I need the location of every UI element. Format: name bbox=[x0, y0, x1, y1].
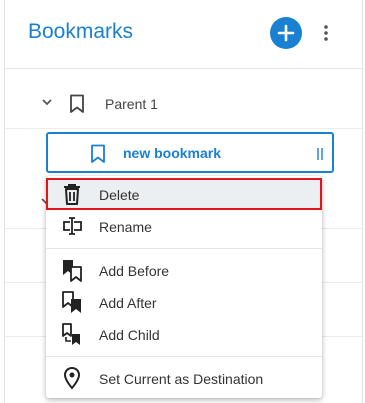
menu-item-rename[interactable]: Rename bbox=[46, 210, 322, 242]
context-menu: Delete Rename Add Before Add After Add C… bbox=[46, 176, 322, 398]
add-before-icon bbox=[63, 260, 82, 282]
menu-item-set-destination[interactable]: Set Current as Destination bbox=[46, 362, 322, 394]
chevron-down-icon[interactable] bbox=[41, 96, 53, 108]
bookmark-name-input[interactable]: new bookmark bbox=[46, 132, 334, 173]
bookmark-name-value[interactable]: new bookmark bbox=[123, 145, 221, 161]
menu-separator bbox=[46, 356, 322, 357]
menu-item-label: Set Current as Destination bbox=[99, 371, 264, 387]
rename-icon bbox=[63, 217, 82, 235]
menu-item-label: Add Before bbox=[99, 263, 170, 279]
more-options-button[interactable] bbox=[318, 22, 334, 44]
menu-item-add-before[interactable]: Add Before bbox=[46, 254, 322, 286]
bookmarks-panel: Bookmarks Parent 1 new bookmark Delete R… bbox=[4, 0, 363, 403]
menu-item-label: Rename bbox=[99, 219, 152, 235]
bookmark-icon bbox=[91, 144, 105, 163]
tree-item-label: Parent 1 bbox=[105, 96, 158, 112]
vertical-ellipsis-icon bbox=[324, 25, 328, 41]
menu-item-label: Delete bbox=[99, 187, 140, 203]
tree-row-parent[interactable]: Parent 1 bbox=[5, 83, 362, 123]
trash-icon bbox=[64, 184, 80, 205]
location-pin-icon bbox=[63, 366, 81, 390]
menu-item-add-after[interactable]: Add After bbox=[46, 286, 322, 318]
add-bookmark-button[interactable] bbox=[270, 17, 302, 49]
drag-handle-icon[interactable] bbox=[316, 148, 324, 160]
panel-header: Bookmarks bbox=[5, 0, 362, 69]
add-after-icon bbox=[62, 291, 81, 313]
menu-item-delete[interactable]: Delete bbox=[46, 178, 322, 210]
add-child-icon bbox=[62, 323, 80, 345]
menu-item-label: Add After bbox=[99, 295, 157, 311]
plus-icon bbox=[277, 24, 295, 42]
menu-item-add-child[interactable]: Add Child bbox=[46, 318, 322, 350]
bookmark-icon bbox=[70, 94, 84, 113]
panel-title: Bookmarks bbox=[28, 20, 134, 43]
row-divider bbox=[5, 128, 362, 129]
menu-separator bbox=[46, 248, 322, 249]
menu-item-label: Add Child bbox=[99, 327, 160, 343]
